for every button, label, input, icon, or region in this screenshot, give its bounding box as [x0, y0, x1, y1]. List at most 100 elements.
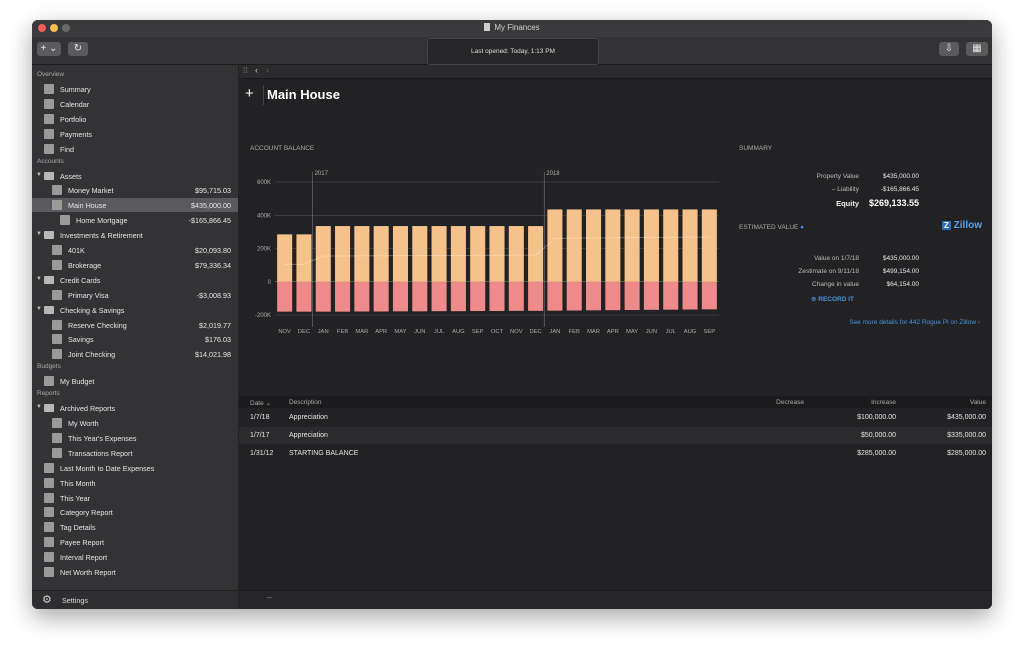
forward-button[interactable]: ›: [266, 65, 269, 75]
sidebar-item[interactable]: Brokerage $79,336.34: [32, 258, 238, 272]
sidebar-item-value: -$165,866.45: [188, 216, 231, 226]
asset-bar: [354, 226, 370, 282]
x-tick-label: NOV: [278, 329, 291, 335]
asset-bar: [277, 234, 293, 282]
summary-value: $435,000.00: [882, 173, 919, 180]
table-row[interactable]: 1/7/17 Appreciation $50,000.00 $335,000.00: [239, 427, 992, 444]
sidebar-item[interactable]: My Budget: [32, 374, 238, 388]
settings-button[interactable]: ⚙ Settings: [32, 590, 238, 609]
calendar-badge-icon[interactable]: ▦: [966, 42, 988, 56]
sidebar-item[interactable]: ▼ Investments & Retirement: [32, 228, 238, 242]
x-tick-label: MAY: [626, 329, 638, 335]
import-icon[interactable]: ⇩: [939, 42, 959, 56]
sidebar-item-label: Find: [60, 144, 74, 154]
toolbar: + ⌄ ↻ Last opened: Today, 1:13 PM ⇩ ▦: [32, 37, 992, 65]
row-value: $285,000.00: [947, 450, 986, 457]
sidebar-item[interactable]: Transactions Report: [32, 446, 238, 460]
col-increase[interactable]: Increase: [871, 399, 896, 406]
sidebar-item-label: Last Month to Date Expenses: [60, 463, 155, 473]
sidebar-item[interactable]: Interval Report: [32, 550, 238, 564]
liability-bar: [663, 281, 679, 310]
col-description[interactable]: Description: [289, 399, 322, 406]
report-icon: [44, 537, 54, 548]
sidebar-item[interactable]: ▼ Assets: [32, 169, 238, 183]
sidebar-item[interactable]: ▼ Archived Reports: [32, 401, 238, 415]
sidebar-item[interactable]: This Month: [32, 476, 238, 490]
estimate-row: Change in value $64,154.00: [739, 281, 919, 291]
sidebar-item[interactable]: Reserve Checking $2,019.77: [32, 318, 238, 332]
sidebar-item[interactable]: Payee Report: [32, 535, 238, 549]
col-value[interactable]: Value: [970, 399, 986, 406]
row-date: 1/7/18: [250, 414, 270, 421]
sidebar-item-label: My Worth: [68, 419, 99, 428]
info-icon[interactable]: ●: [800, 224, 804, 231]
add-transaction-button[interactable]: +: [245, 85, 254, 102]
sidebar-item-label: Net Worth Report: [60, 568, 116, 577]
liability-bar: [547, 281, 563, 311]
sidebar-item[interactable]: Last Month to Date Expenses: [32, 461, 238, 475]
year-marker-label: 2017: [315, 171, 329, 177]
summary-value: $435,000.00: [882, 255, 919, 262]
sidebar-item[interactable]: 401K $20,093.80: [32, 243, 238, 257]
sidebar-item[interactable]: Find: [32, 142, 238, 156]
liability-bar: [315, 281, 331, 312]
back-button[interactable]: ‹: [255, 65, 258, 75]
disclosure-triangle-icon[interactable]: ▼: [36, 172, 42, 178]
disclosure-triangle-icon[interactable]: ▼: [36, 306, 42, 312]
report-icon: [44, 552, 54, 563]
sidebar-item[interactable]: Payments: [32, 127, 238, 141]
refresh-button[interactable]: ↻: [68, 42, 88, 56]
sidebar-item[interactable]: Tag Details: [32, 520, 238, 534]
sidebar-item[interactable]: Calendar: [32, 97, 238, 111]
sidebar-item[interactable]: ▼ Credit Cards: [32, 273, 238, 287]
liability-bar: [335, 281, 351, 312]
add-menu-button[interactable]: + ⌄: [37, 42, 61, 56]
liability-bar: [412, 281, 428, 312]
sidebar-item-label: Brokerage: [68, 260, 102, 270]
sidebar-item[interactable]: Portfolio: [32, 112, 238, 126]
liability-bar: [643, 281, 659, 310]
sidebar-item-label: 401K: [68, 246, 85, 255]
sidebar-item[interactable]: This Year's Expenses: [32, 431, 238, 445]
asset-bar: [508, 226, 524, 282]
section-accounts: Accounts: [37, 157, 64, 165]
col-date[interactable]: Date ⌄: [250, 399, 271, 407]
disclosure-triangle-icon[interactable]: ▼: [36, 404, 42, 410]
summary-key: Equity: [836, 199, 859, 208]
sidebar-item[interactable]: Primary Visa -$3,008.93: [32, 288, 238, 302]
navigation-strip: ⁞⁞ ‹ ›: [239, 65, 992, 79]
row-description: STARTING BALANCE: [289, 450, 359, 457]
sidebar-item-value: $95,715.03: [195, 186, 231, 196]
sidebar-item[interactable]: Main House $435,000.00: [32, 198, 238, 213]
disclosure-triangle-icon[interactable]: ▼: [36, 276, 42, 282]
sidebar-item[interactable]: Joint Checking $14,021.98: [32, 347, 238, 361]
sidebar-item[interactable]: My Worth: [32, 416, 238, 430]
table-row[interactable]: 1/31/12 STARTING BALANCE $285,000.00 $285,0…: [239, 445, 992, 462]
estimated-value-label: ESTIMATED VALUE ●: [739, 224, 805, 231]
sidebar-item-label: Summary: [60, 85, 91, 94]
sidebar-item[interactable]: Net Worth Report: [32, 565, 238, 579]
sidebar-item[interactable]: ▼ Checking & Savings: [32, 303, 238, 317]
table-row[interactable]: 1/7/18 Appreciation $100,000.00 $435,000.00: [239, 409, 992, 426]
zillow-logo[interactable]: Z Zillow: [942, 220, 982, 231]
col-decrease[interactable]: Decrease: [776, 399, 804, 406]
zillow-details-link[interactable]: See more details for 442 Rogue Pl on Zil…: [849, 319, 980, 326]
sidebar-item[interactable]: Category Report: [32, 505, 238, 519]
sidebar-item-value: $20,093.80: [195, 246, 231, 255]
sidebar-item-label: Main House: [68, 201, 107, 211]
sidebar-item[interactable]: Summary: [32, 82, 238, 96]
x-tick-label: JAN: [318, 329, 329, 335]
zillow-z-icon: Z: [942, 221, 951, 230]
sidebar-item[interactable]: Money Market $95,715.03: [32, 183, 238, 197]
disclosure-triangle-icon[interactable]: ▼: [36, 231, 42, 237]
sidebar-item[interactable]: Home Mortgage -$165,866.45: [32, 213, 238, 227]
sidebar-item[interactable]: Savings $176.03: [32, 332, 238, 346]
summary-key: Value on 1/7/18: [813, 255, 859, 262]
liability-bar: [296, 281, 312, 312]
record-it-link[interactable]: ⊕ RECORD IT: [811, 295, 854, 303]
sidebar-item[interactable]: This Year: [32, 491, 238, 505]
report-icon: [44, 492, 54, 503]
y-tick-label: 400K: [257, 213, 271, 219]
sidebar-toggle-icon[interactable]: ⁞⁞: [243, 66, 247, 75]
sidebar-item-label: Calendar: [60, 99, 90, 109]
